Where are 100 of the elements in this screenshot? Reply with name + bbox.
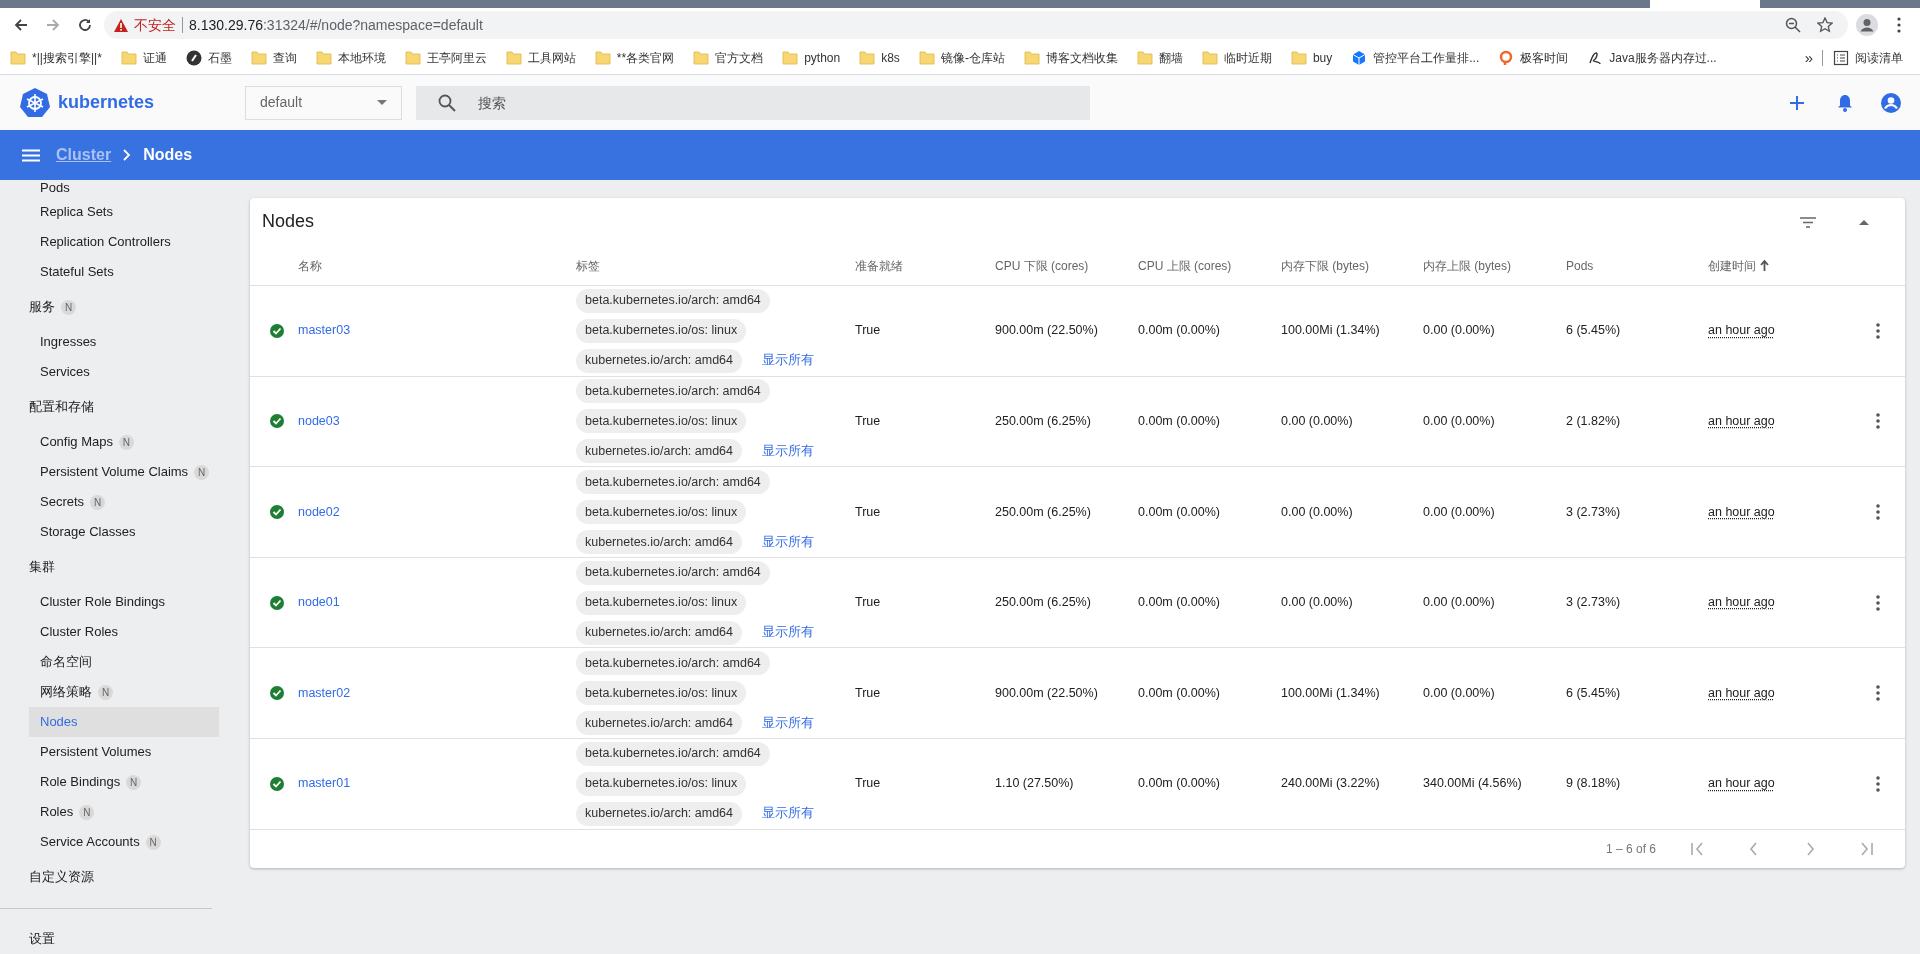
- show-all-link[interactable]: 显示所有: [762, 623, 814, 642]
- node-name-link[interactable]: node01: [298, 595, 340, 610]
- column-header: 准备就绪: [855, 257, 904, 275]
- sidebar-item[interactable]: Cluster Role Bindings: [29, 587, 219, 617]
- sidebar-item[interactable]: 网络策略 N: [29, 677, 219, 707]
- sidebar-item[interactable]: 命名空间: [29, 647, 219, 677]
- table-cell: 340.00Mi (4.56%): [1423, 776, 1522, 791]
- label-chip: beta.kubernetes.io/os: linux: [576, 409, 747, 434]
- sidebar-section[interactable]: 自定义资源: [0, 857, 230, 897]
- table-cell: 250.00m (6.25%): [995, 595, 1091, 610]
- bookmark[interactable]: 本地环境: [313, 45, 395, 71]
- label-chip: beta.kubernetes.io/arch: amd64: [576, 651, 770, 676]
- bookmark[interactable]: 证通: [118, 45, 176, 71]
- bookmark[interactable]: buy: [1288, 45, 1342, 71]
- folder-icon: [250, 50, 267, 66]
- sidebar-item[interactable]: Storage Classes: [29, 517, 219, 547]
- sidebar-section[interactable]: 设置: [0, 919, 230, 954]
- column-header: 标签: [576, 257, 601, 275]
- table-cell: 0.00m (0.00%): [1138, 776, 1220, 791]
- namespaced-badge: N: [145, 834, 161, 850]
- sidebar-item[interactable]: Persistent Volumes: [29, 737, 219, 767]
- bookmark[interactable]: k8s: [857, 45, 909, 71]
- bookmark[interactable]: 工具网站: [503, 45, 585, 71]
- created-time: an hour ago: [1708, 414, 1775, 428]
- kebab-menu-icon: [1875, 685, 1880, 702]
- sidebar-item[interactable]: Nodes: [29, 707, 219, 737]
- column-header: CPU 下限 (cores): [995, 257, 1090, 275]
- sidebar-section[interactable]: 服务 N: [0, 287, 230, 327]
- bookmark[interactable]: 官方文档: [691, 45, 773, 71]
- show-all-link[interactable]: 显示所有: [762, 351, 814, 371]
- table-cell: 3 (2.73%): [1566, 504, 1621, 519]
- folder-icon: [859, 50, 876, 66]
- url-text: 8.130.29.76:31324/#/node?namespace=default: [189, 15, 483, 35]
- sidebar-item[interactable]: Replication Controllers: [29, 227, 219, 257]
- show-all-link[interactable]: 显示所有: [762, 532, 814, 552]
- column-header[interactable]: 创建时间: [1708, 256, 1850, 275]
- label-chip: beta.kubernetes.io/os: linux: [576, 771, 747, 796]
- show-all-link[interactable]: 显示所有: [762, 804, 814, 824]
- sidebar-item[interactable]: Ingresses: [29, 327, 219, 357]
- label-chip: kubernetes.io/arch: amd64: [576, 711, 742, 736]
- bookmark[interactable]: 管控平台工作量排...: [1349, 45, 1489, 71]
- show-all-link[interactable]: 显示所有: [762, 442, 814, 461]
- bookmark[interactable]: *||搜索引擎||*: [8, 45, 111, 71]
- sidebar-item[interactable]: Config Maps N: [29, 427, 219, 457]
- address-bar[interactable]: 不安全 8.130.29.76:31324/#/node?namespace=default: [104, 11, 1848, 39]
- folder-icon: [1023, 50, 1040, 66]
- sidebar-item[interactable]: Cluster Roles: [29, 617, 219, 647]
- table-cell: 0.00m (0.00%): [1138, 595, 1220, 610]
- node-name-link[interactable]: master03: [298, 323, 351, 338]
- sidebar-item[interactable]: Pods: [29, 180, 219, 197]
- bookmark[interactable]: Java服务器内存过...: [1585, 45, 1726, 71]
- security-warning-text: 不安全: [134, 15, 176, 35]
- bookmark[interactable]: 临时近期: [1199, 45, 1281, 71]
- sidebar-item[interactable]: Services: [29, 357, 219, 387]
- sidebar-item[interactable]: Roles N: [29, 797, 219, 827]
- sidebar-item[interactable]: Role Bindings N: [29, 767, 219, 797]
- bookmark[interactable]: 博客文档收集: [1021, 45, 1127, 71]
- show-all-link[interactable]: 显示所有: [762, 713, 814, 733]
- sidebar-section[interactable]: 集群: [0, 547, 230, 587]
- label-chip: kubernetes.io/arch: amd64: [576, 348, 742, 373]
- bookmark[interactable]: 翻墙: [1134, 45, 1192, 71]
- table-cell: 0.00 (0.00%): [1423, 504, 1495, 519]
- label-chip: beta.kubernetes.io/os: linux: [576, 318, 747, 343]
- bookmark[interactable]: 王亭阿里云: [402, 45, 496, 71]
- sidebar-item[interactable]: Persistent Volume Claims N: [29, 457, 219, 487]
- node-name-link[interactable]: node02: [298, 504, 340, 519]
- forward-arrow-icon: [45, 17, 61, 33]
- table-cell: 900.00m (22.50%): [995, 685, 1098, 700]
- more-bookmarks-button[interactable]: »: [1802, 45, 1822, 71]
- sidebar-item[interactable]: Service Accounts N: [29, 827, 219, 857]
- table-cell: 0.00m (0.00%): [1138, 414, 1220, 428]
- helm-wheel-logo-icon: [20, 88, 50, 117]
- table-cell: 0.00 (0.00%): [1423, 323, 1495, 338]
- caret-icon: [377, 100, 387, 105]
- node-name-link[interactable]: node03: [298, 414, 340, 428]
- profile-button[interactable]: [1854, 12, 1880, 38]
- node-name-link[interactable]: master01: [298, 776, 351, 791]
- search-field[interactable]: 搜索: [416, 85, 1090, 120]
- chevron-right-icon: [123, 149, 132, 161]
- sidebar-item[interactable]: Stateful Sets: [29, 257, 219, 287]
- label-chip: kubernetes.io/arch: amd64: [576, 801, 742, 826]
- table-cell: 0.00 (0.00%): [1281, 504, 1353, 519]
- bookmark[interactable]: 极客时间: [1496, 45, 1578, 71]
- reading-list-button[interactable]: 阅读清单: [1831, 45, 1912, 71]
- sidebar-item[interactable]: Replica Sets: [29, 197, 219, 227]
- sidebar-section[interactable]: 配置和存储: [0, 387, 230, 427]
- namespace-select[interactable]: default: [245, 85, 402, 120]
- bookmark[interactable]: 查询: [248, 45, 306, 71]
- list-icon: [1833, 50, 1849, 66]
- table-cell: 3 (2.73%): [1566, 595, 1621, 610]
- bookmark[interactable]: 镜像-仓库站: [916, 45, 1014, 71]
- folder-icon: [315, 50, 332, 66]
- sidebar-item[interactable]: Secrets N: [29, 487, 219, 517]
- table-cell: True: [855, 685, 881, 700]
- label-chip: beta.kubernetes.io/os: linux: [576, 681, 747, 706]
- bookmark[interactable]: **各类官网: [592, 45, 684, 71]
- bookmark[interactable]: 石墨: [183, 45, 241, 71]
- node-name-link[interactable]: master02: [298, 685, 351, 700]
- first-page-icon: [1690, 840, 1706, 857]
- bookmark[interactable]: python: [780, 45, 850, 71]
